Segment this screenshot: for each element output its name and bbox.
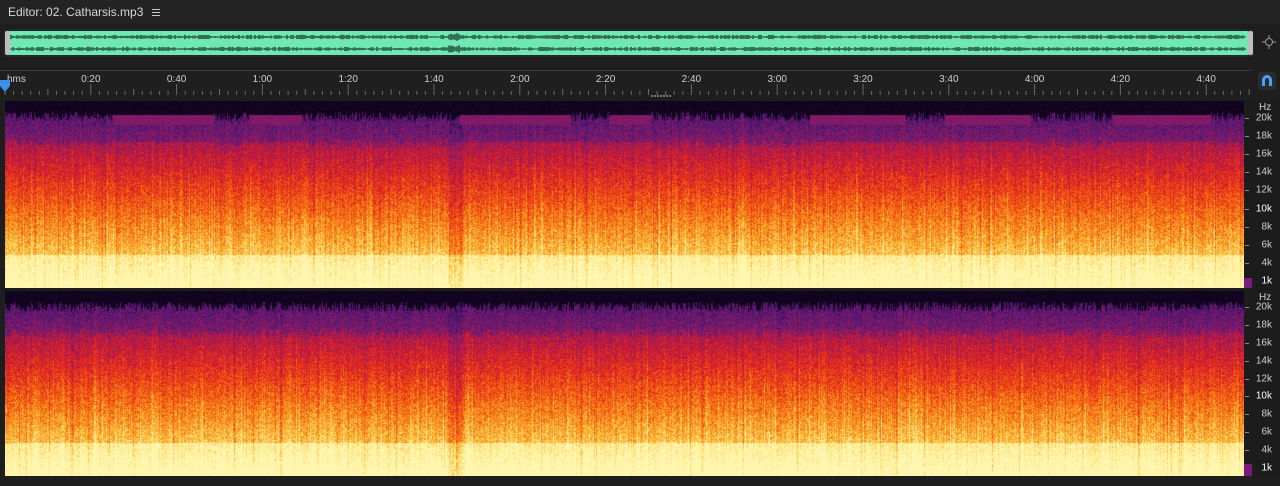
time-tick-label: 0:20 xyxy=(81,74,101,85)
frequency-label: 20k xyxy=(1255,301,1272,313)
time-ruler-ticks xyxy=(4,84,1250,95)
frequency-tick xyxy=(1245,154,1249,156)
time-tick-label: 1:20 xyxy=(338,74,358,85)
frequency-tick xyxy=(1245,190,1249,192)
frequency-tick xyxy=(1245,450,1249,452)
zoom-to-fit-icon[interactable] xyxy=(1262,35,1276,49)
frequency-tick xyxy=(1245,226,1249,228)
spectrogram-left-canvas xyxy=(5,101,1244,288)
time-tick-label: 1:40 xyxy=(424,74,444,85)
frequency-unit-label: Hz xyxy=(1259,102,1272,113)
frequency-label: 12k xyxy=(1255,373,1272,385)
overview-waveform-graphic xyxy=(5,31,1253,55)
frequency-tick xyxy=(1245,396,1249,398)
magnet-snap-icon xyxy=(1262,75,1272,86)
level-marker-right xyxy=(1244,464,1252,476)
overview-waveform[interactable] xyxy=(3,29,1254,57)
overview-waveform-fill xyxy=(7,31,1250,55)
frequency-label: 10k xyxy=(1255,203,1272,215)
frequency-tick xyxy=(1245,118,1249,119)
overview-handle-left xyxy=(5,31,10,55)
time-ruler[interactable]: hms 0:20 0:40 1:00 1:20 1:40 2:00 2:20 2:40 3:00… xyxy=(0,70,1252,95)
frequency-tick xyxy=(1245,244,1249,246)
frequency-label: 8k xyxy=(1261,408,1272,420)
frequency-label: 16k xyxy=(1255,337,1272,349)
frequency-label: 18k xyxy=(1255,319,1272,331)
frequency-label: 4k xyxy=(1261,257,1272,269)
frequency-scale-right[interactable]: Hz 20k 18k 16k 14k 12k 10k 8k 6k 4k 1k xyxy=(1245,291,1280,476)
frequency-label: 4k xyxy=(1261,444,1272,456)
frequency-tick xyxy=(1245,307,1249,308)
frequency-label: 12k xyxy=(1255,184,1272,196)
frequency-tick xyxy=(1245,172,1249,174)
time-tick-label: 1:00 xyxy=(252,74,273,85)
frequency-label: 6k xyxy=(1261,426,1272,438)
frequency-tick xyxy=(1245,208,1249,210)
frequency-label: 14k xyxy=(1255,166,1272,178)
magnet-snap-button[interactable] xyxy=(1258,72,1276,90)
frequency-label: 20k xyxy=(1255,112,1272,124)
hamburger-menu-icon[interactable] xyxy=(152,8,161,16)
spectrogram-right-canvas xyxy=(5,291,1244,476)
time-tick-label: 2:40 xyxy=(681,74,702,85)
frequency-label: 8k xyxy=(1261,221,1272,233)
frequency-label: 1k xyxy=(1261,462,1272,474)
time-tick-label: 4:40 xyxy=(1196,74,1216,85)
frequency-label: 10k xyxy=(1255,390,1272,402)
time-tick-label: 0:40 xyxy=(166,74,187,85)
time-tick-label: 2:20 xyxy=(595,74,616,85)
panel-resize-grip[interactable] xyxy=(651,95,671,98)
frequency-label: 6k xyxy=(1261,239,1272,251)
playhead-marker-icon[interactable] xyxy=(0,80,10,92)
time-tick-label: 2:00 xyxy=(510,74,530,85)
spectrogram-channel-left[interactable] xyxy=(5,101,1244,288)
frequency-tick xyxy=(1245,342,1249,344)
frequency-label: 1k xyxy=(1261,275,1272,287)
frequency-tick xyxy=(1245,414,1249,416)
frequency-tick xyxy=(1245,432,1249,434)
frequency-tick xyxy=(1245,360,1249,362)
frequency-label: 18k xyxy=(1255,130,1272,142)
frequency-tick xyxy=(1245,262,1249,264)
time-tick-label: 3:40 xyxy=(939,74,959,85)
frequency-label: 14k xyxy=(1255,355,1272,367)
time-tick-label: 3:20 xyxy=(853,74,873,85)
time-tick-label: 4:20 xyxy=(1110,74,1131,85)
overview-handle-right xyxy=(1248,31,1253,55)
level-marker-left xyxy=(1244,278,1252,288)
spectrogram-channel-right[interactable] xyxy=(5,291,1244,476)
frequency-tick xyxy=(1245,378,1249,380)
frequency-tick xyxy=(1245,324,1249,326)
frequency-scale-left[interactable]: Hz 20k 18k 16k 14k 12k 10k 8k 6k 4k 1k xyxy=(1245,101,1280,288)
frequency-tick xyxy=(1245,136,1249,138)
time-tick-label: 4:00 xyxy=(1024,74,1045,85)
frequency-label: 16k xyxy=(1255,148,1272,160)
editor-titlebar: Editor: 02. Catharsis.mp3 xyxy=(0,0,1280,24)
editor-title: Editor: 02. Catharsis.mp3 xyxy=(8,5,144,19)
time-tick-label: 3:00 xyxy=(767,74,787,85)
